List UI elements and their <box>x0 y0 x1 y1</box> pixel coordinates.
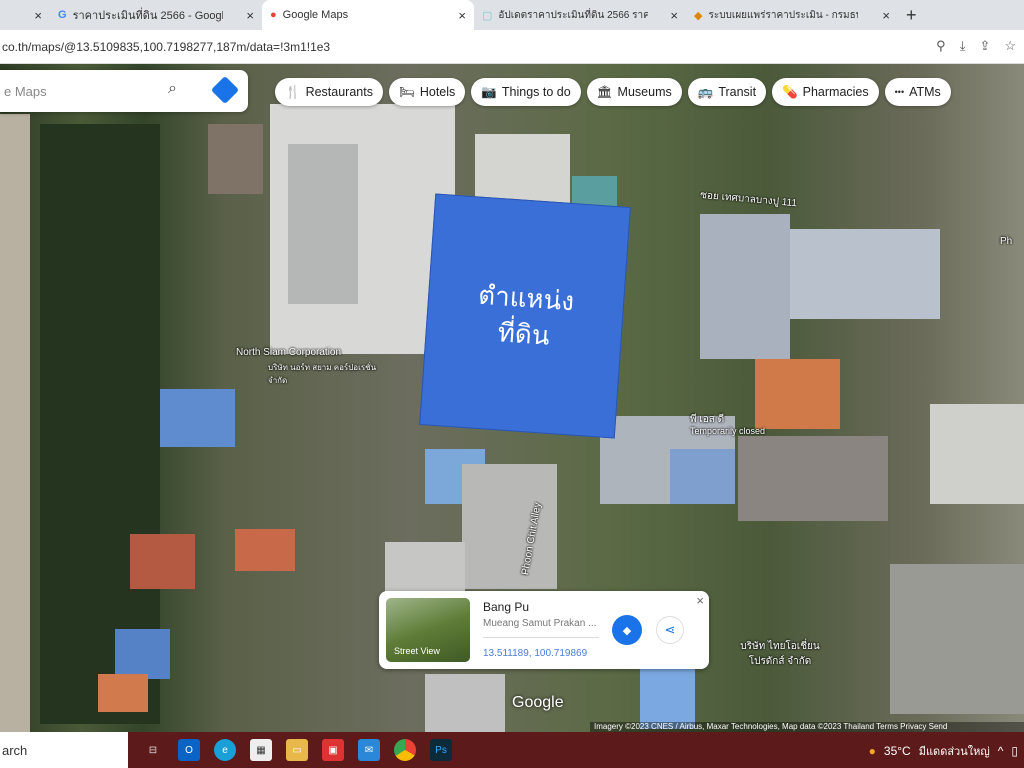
edge-icon[interactable]: e <box>214 739 236 761</box>
building <box>670 449 735 504</box>
location-icon[interactable]: ⚲ <box>936 38 946 54</box>
directions-button[interactable]: ◆ <box>612 615 642 645</box>
tray-chevron-icon[interactable]: ^ <box>998 744 1004 758</box>
land-location-marker: ตำแหน่ง ที่ดิน <box>419 193 631 439</box>
close-tab-icon[interactable]: × <box>670 8 678 23</box>
maps-pin-icon: ● <box>270 9 277 21</box>
building <box>462 464 557 589</box>
road <box>0 114 30 732</box>
chrome-icon[interactable] <box>394 739 416 761</box>
search-box[interactable]: e Maps ⌕ <box>0 70 248 112</box>
building <box>160 389 235 447</box>
building <box>755 359 840 429</box>
site-icon: ▢ <box>482 9 493 22</box>
directions-icon[interactable] <box>210 75 240 105</box>
chip-transit[interactable]: 🚌 Transit <box>687 78 767 106</box>
weather-temp[interactable]: 35°C <box>884 744 911 758</box>
restaurant-icon: 🍴 <box>285 84 301 99</box>
chip-things-to-do[interactable]: 📷 Things to do <box>471 78 581 106</box>
close-card-button[interactable]: × <box>696 593 704 608</box>
category-chips: 🍴 Restaurants 🛏 Hotels 📷 Things to do 🏛 Muse… <box>275 78 951 106</box>
hotel-icon: 🛏 <box>398 84 415 99</box>
street-view-thumbnail[interactable]: Street View <box>386 598 470 662</box>
close-tab-icon[interactable]: × <box>246 8 254 23</box>
place-subtitle: Mueang Samut Prakan ... <box>483 618 597 629</box>
mail-icon[interactable]: ✉ <box>358 739 380 761</box>
weather-icon[interactable]: ● <box>869 744 876 758</box>
parking-lot <box>890 564 1024 714</box>
divider <box>483 637 599 638</box>
building <box>98 674 148 712</box>
building <box>425 674 505 732</box>
building <box>130 534 195 589</box>
tab-2[interactable]: ● Google Maps × <box>262 0 474 30</box>
chip-restaurants[interactable]: 🍴 Restaurants <box>275 78 383 106</box>
camera-icon: 📷 <box>481 84 497 99</box>
tab-3[interactable]: ▢ อัปเดตราคาประเมินที่ดิน 2566 ราคาที่ × <box>474 0 686 30</box>
share-button[interactable]: ⋖ <box>656 616 684 644</box>
chip-pharmacies[interactable]: 💊 Pharmacies <box>772 78 879 106</box>
url-text[interactable]: co.th/maps/@13.5109835,100.7198277,187m/… <box>2 40 330 54</box>
building <box>208 124 263 194</box>
coordinates-link[interactable]: 13.511189, 100.719869 <box>483 648 587 659</box>
atm-icon: ••• <box>894 87 905 97</box>
building <box>288 144 358 304</box>
close-tab-icon[interactable]: × <box>882 8 890 23</box>
taskbar-search[interactable]: arch <box>0 732 128 768</box>
place-label: บริษัท นอร์ท สยาม คอร์ปอเรชั่น จำกัด <box>268 363 377 385</box>
address-bar[interactable]: co.th/maps/@13.5109835,100.7198277,187m/… <box>0 30 1024 64</box>
install-icon[interactable]: ⤓ <box>960 38 966 54</box>
building <box>700 214 790 359</box>
building <box>930 404 1024 504</box>
building <box>235 529 295 571</box>
chip-atms[interactable]: ••• ATMs <box>884 78 951 106</box>
file-explorer-icon[interactable]: ▭ <box>286 739 308 761</box>
gift-app-icon[interactable]: ▣ <box>322 739 344 761</box>
place-label[interactable]: Ph <box>1000 236 1012 247</box>
pharmacy-icon: 💊 <box>782 84 798 99</box>
tab-4[interactable]: ◆ระบบเผยแพร่ราคาประเมิน - กรมธนารักษ์× <box>686 0 898 30</box>
place-card: Street View Bang Pu Mueang Samut Prakan … <box>379 591 709 669</box>
tab-bar: × Gราคาประเมินที่ดิน 2566 - Google Se× ●… <box>0 0 1024 30</box>
tab-1[interactable]: Gราคาประเมินที่ดิน 2566 - Google Se× <box>50 0 262 30</box>
google-logo: Google <box>512 694 564 711</box>
search-input[interactable]: e Maps <box>4 84 47 99</box>
place-status: Temporarily closed <box>690 426 766 436</box>
treasury-icon: ◆ <box>694 9 703 22</box>
outlook-icon[interactable]: O <box>178 739 200 761</box>
plus-icon: + <box>906 4 917 25</box>
chip-museums[interactable]: 🏛 Museums <box>586 78 682 106</box>
place-title: Bang Pu <box>483 600 530 614</box>
place-label[interactable]: พี เอส ดี <box>690 412 724 427</box>
bookmark-star-icon[interactable]: ☆ <box>1004 38 1016 54</box>
share-icon[interactable]: ⇪ <box>979 38 990 54</box>
place-label[interactable]: North Siam Corporation <box>236 347 341 358</box>
search-icon[interactable]: ⌕ <box>168 80 177 98</box>
museum-icon: 🏛 <box>596 84 613 99</box>
task-view-icon[interactable]: ⊟ <box>142 739 164 761</box>
new-tab-button[interactable]: + <box>898 0 925 30</box>
map-attribution: Imagery ©2023 CNES / Airbus, Maxar Techn… <box>590 722 1024 732</box>
street-label: ซอย เทศบาลบางปู 111 <box>699 189 798 210</box>
building <box>790 229 940 319</box>
tab-0[interactable]: × <box>0 0 50 30</box>
building <box>115 629 170 679</box>
bus-icon: 🚌 <box>697 84 714 99</box>
weather-text[interactable]: มีแดดส่วนใหญ่ <box>919 742 990 760</box>
close-tab-icon[interactable]: × <box>458 8 466 23</box>
building <box>738 436 888 521</box>
building <box>385 542 465 592</box>
chip-hotels[interactable]: 🛏 Hotels <box>388 78 466 106</box>
google-icon: G <box>58 9 67 21</box>
close-tab-icon[interactable]: × <box>34 8 42 23</box>
place-label[interactable]: บริษัท ไทยโอเชี่ยน โปรดักส์ จำกัด <box>740 639 820 669</box>
taskbar: arch ⊟ O e ▦ ▭ ▣ ✉ Ps ● 35°C มีแดดส่วนให… <box>0 732 1024 768</box>
network-icon[interactable]: ▯ <box>1011 744 1018 758</box>
photoshop-icon[interactable]: Ps <box>430 739 452 761</box>
building <box>640 669 695 729</box>
store-icon[interactable]: ▦ <box>250 739 272 761</box>
